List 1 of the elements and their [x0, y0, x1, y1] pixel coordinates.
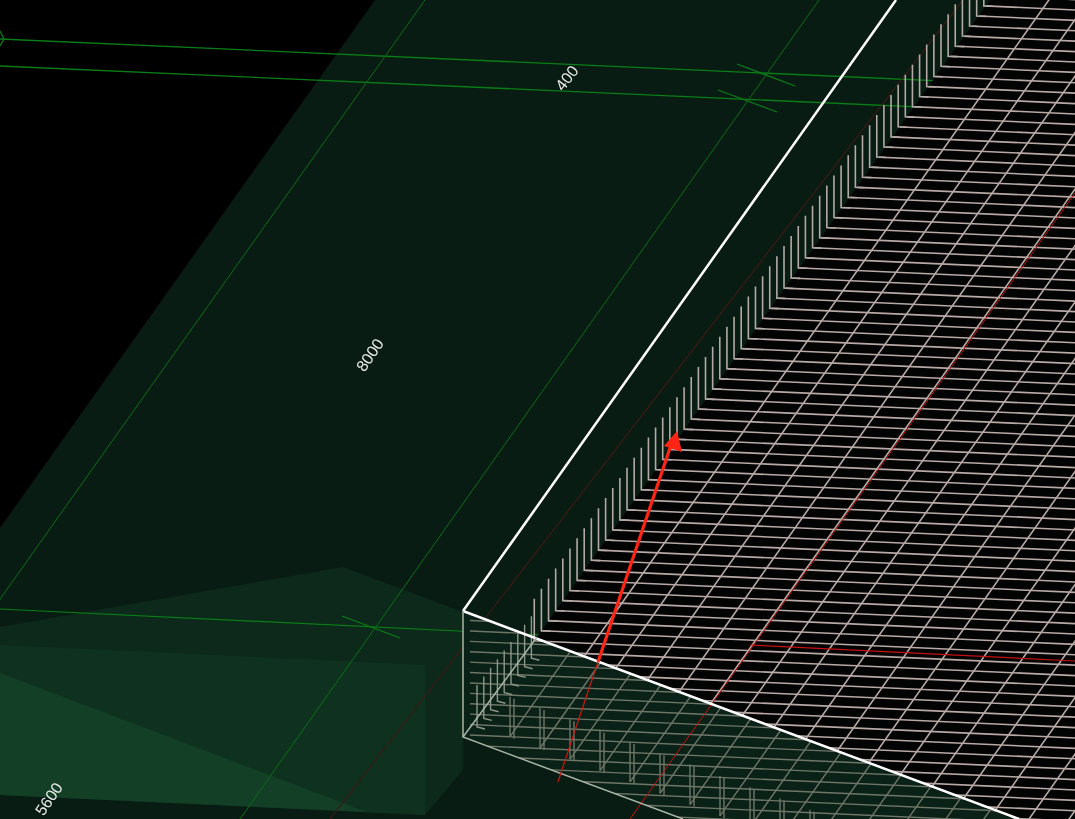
dimension-label: 400 [552, 62, 582, 94]
